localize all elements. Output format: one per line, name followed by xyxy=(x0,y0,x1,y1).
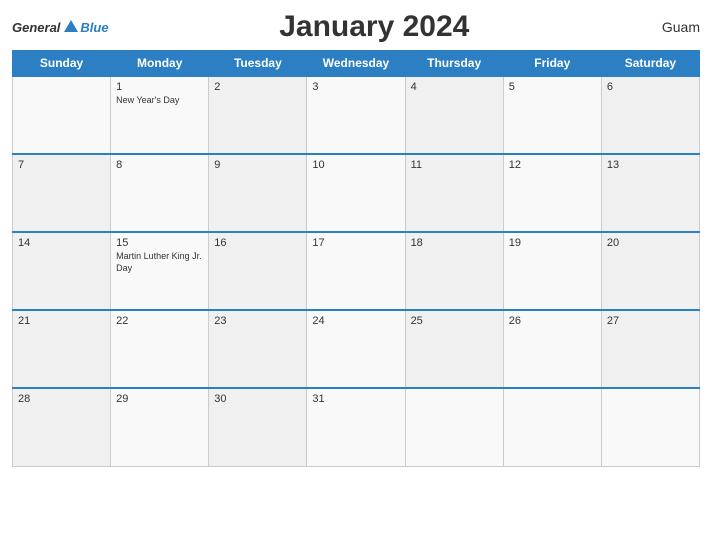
day-number: 27 xyxy=(607,315,694,327)
calendar-day-cell: 19 xyxy=(503,232,601,310)
day-number: 5 xyxy=(509,81,596,93)
calendar-week-row: 14 15 Martin Luther King Jr. Day 16 17 18 19 20 xyxy=(13,232,700,310)
day-number: 4 xyxy=(411,81,498,93)
day-number: 6 xyxy=(607,81,694,93)
calendar-day-cell: 20 xyxy=(601,232,699,310)
calendar-header: General Blue January 2024 Guam xyxy=(12,10,700,44)
day-number: 2 xyxy=(214,81,301,93)
logo: General Blue xyxy=(12,20,109,35)
logo-blue-text: Blue xyxy=(80,20,108,35)
calendar-day-cell: 14 xyxy=(13,232,111,310)
calendar-week-row: 789 10 11 12 13 xyxy=(13,154,700,232)
region-label: Guam xyxy=(640,19,700,35)
calendar-day-cell: 2 xyxy=(209,76,307,154)
day-number: 14 xyxy=(18,237,105,249)
day-number: 8 xyxy=(116,159,203,171)
calendar-day-cell: 8 xyxy=(111,154,209,232)
calendar-week-row: 28 29 30 31 xyxy=(13,388,700,466)
col-friday: Friday xyxy=(503,51,601,77)
calendar-day-cell: 24 xyxy=(307,310,405,388)
day-number: 17 xyxy=(312,237,399,249)
day-number: 13 xyxy=(607,159,694,171)
calendar-day-cell: 26 xyxy=(503,310,601,388)
calendar-day-cell: 4 xyxy=(405,76,503,154)
day-number: 11 xyxy=(411,159,498,171)
calendar-week-row: 21 22 23 24 25 26 27 xyxy=(13,310,700,388)
day-number: 29 xyxy=(116,393,203,405)
day-number: 20 xyxy=(607,237,694,249)
calendar-day-cell: 5 xyxy=(503,76,601,154)
col-sunday: Sunday xyxy=(13,51,111,77)
calendar-day-cell: 16 xyxy=(209,232,307,310)
day-number: 28 xyxy=(18,393,105,405)
day-number: 19 xyxy=(509,237,596,249)
day-number: 15 xyxy=(116,237,203,249)
calendar-container: General Blue January 2024 Guam Sunday Mo… xyxy=(0,0,712,550)
day-number: 24 xyxy=(312,315,399,327)
calendar-day-cell: 13 xyxy=(601,154,699,232)
calendar-day-cell xyxy=(13,76,111,154)
day-number: 21 xyxy=(18,315,105,327)
day-number: 1 xyxy=(116,81,203,93)
day-number: 23 xyxy=(214,315,301,327)
day-number: 30 xyxy=(214,393,301,405)
calendar-day-cell: 22 xyxy=(111,310,209,388)
day-number: 16 xyxy=(214,237,301,249)
calendar-day-cell: 30 xyxy=(209,388,307,466)
day-number: 12 xyxy=(509,159,596,171)
day-number: 7 xyxy=(18,159,105,171)
day-number: 10 xyxy=(312,159,399,171)
col-monday: Monday xyxy=(111,51,209,77)
calendar-day-cell: 25 xyxy=(405,310,503,388)
calendar-day-cell: 27 xyxy=(601,310,699,388)
calendar-day-cell: 21 xyxy=(13,310,111,388)
calendar-day-cell: 6 xyxy=(601,76,699,154)
calendar-day-cell: 12 xyxy=(503,154,601,232)
col-saturday: Saturday xyxy=(601,51,699,77)
col-thursday: Thursday xyxy=(405,51,503,77)
calendar-day-cell: 3 xyxy=(307,76,405,154)
day-number: 26 xyxy=(509,315,596,327)
calendar-day-cell xyxy=(405,388,503,466)
calendar-day-cell: 18 xyxy=(405,232,503,310)
calendar-day-cell: 28 xyxy=(13,388,111,466)
calendar-event: Martin Luther King Jr. Day xyxy=(116,251,203,274)
calendar-day-cell xyxy=(503,388,601,466)
calendar-header-row: Sunday Monday Tuesday Wednesday Thursday… xyxy=(13,51,700,77)
calendar-week-row: 1 New Year's Day 23456 xyxy=(13,76,700,154)
calendar-day-cell: 9 xyxy=(209,154,307,232)
calendar-day-cell: 7 xyxy=(13,154,111,232)
calendar-day-cell xyxy=(601,388,699,466)
calendar-day-cell: 17 xyxy=(307,232,405,310)
calendar-title: January 2024 xyxy=(109,10,640,44)
day-number: 3 xyxy=(312,81,399,93)
day-number: 18 xyxy=(411,237,498,249)
day-number: 9 xyxy=(214,159,301,171)
day-number: 22 xyxy=(116,315,203,327)
calendar-day-cell: 15 Martin Luther King Jr. Day xyxy=(111,232,209,310)
calendar-day-cell: 23 xyxy=(209,310,307,388)
calendar-day-cell: 1 New Year's Day xyxy=(111,76,209,154)
calendar-day-cell: 29 xyxy=(111,388,209,466)
logo-triangle-icon xyxy=(64,20,78,32)
logo-general-text: General xyxy=(12,20,60,35)
day-number: 25 xyxy=(411,315,498,327)
calendar-day-cell: 31 xyxy=(307,388,405,466)
day-number: 31 xyxy=(312,393,399,405)
col-wednesday: Wednesday xyxy=(307,51,405,77)
calendar-day-cell: 11 xyxy=(405,154,503,232)
calendar-day-cell: 10 xyxy=(307,154,405,232)
col-tuesday: Tuesday xyxy=(209,51,307,77)
calendar-grid: Sunday Monday Tuesday Wednesday Thursday… xyxy=(12,50,700,467)
calendar-event: New Year's Day xyxy=(116,95,203,107)
